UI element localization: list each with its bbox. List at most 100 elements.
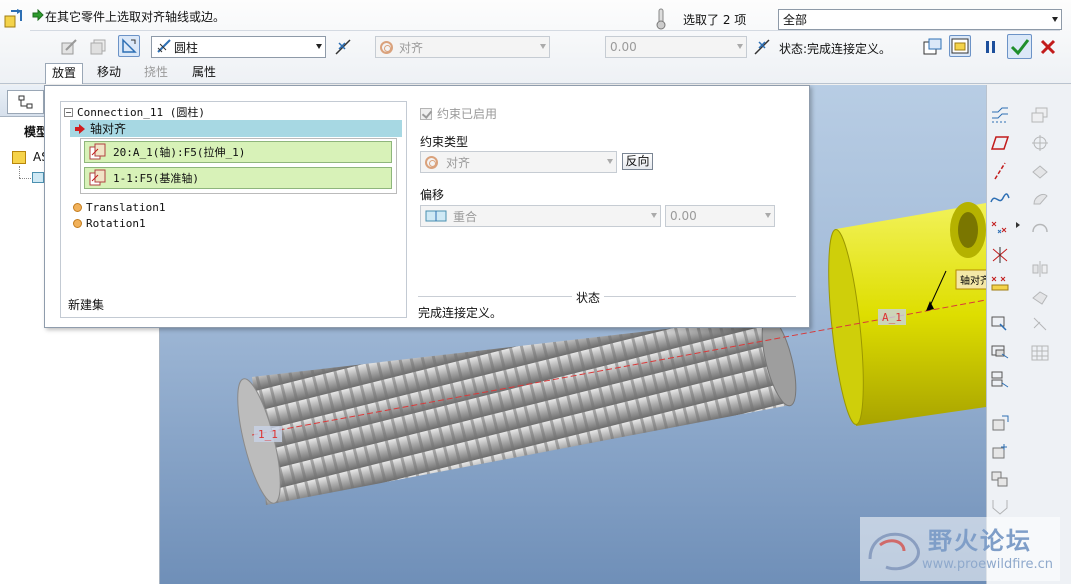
sketch-curve-icon[interactable] <box>988 188 1012 210</box>
tab-placement[interactable]: 放置 <box>45 63 84 84</box>
constraint-enabled-checkbox[interactable]: 约束已启用 <box>420 105 497 122</box>
reference-text: 1-1:F5(基准轴) <box>113 172 199 185</box>
axis-align-row[interactable]: 轴对齐 <box>70 120 402 137</box>
callout-text: 轴对齐 <box>960 274 986 287</box>
chevron-down-icon <box>540 44 546 49</box>
dashboard-divider <box>30 30 1060 31</box>
constraint-type-select[interactable]: 对齐 <box>420 151 617 173</box>
connection-title: Connection_11 (圆柱) <box>77 106 205 119</box>
offset-value-input[interactable]: 0.00 <box>665 205 775 227</box>
offset-input-top[interactable]: 0.00 <box>605 36 747 58</box>
chevron-down-icon <box>1052 17 1058 22</box>
mechanism-connection-icon[interactable] <box>118 35 140 57</box>
datum-display-icon[interactable] <box>988 104 1012 126</box>
merge-part-icon[interactable] <box>1028 286 1052 308</box>
chevron-down-icon <box>316 44 322 49</box>
axis-reference-icon <box>89 143 106 160</box>
pattern-table-icon[interactable] <box>1028 342 1052 364</box>
axis-reference-icon <box>89 169 106 186</box>
offset-value: 0.00 <box>670 209 697 223</box>
status-divider <box>418 296 796 297</box>
extrude-icon[interactable] <box>1028 160 1052 182</box>
watermark-logo <box>868 532 920 571</box>
part-icon[interactable] <box>32 172 44 183</box>
tree-connector <box>19 166 20 178</box>
prompt-message: 在其它零件上选取对齐轴线或边。 <box>45 10 226 24</box>
connection-type-select[interactable]: 圆柱 <box>151 36 326 58</box>
translation-node[interactable]: Translation1 <box>73 201 165 214</box>
model-tree-icon <box>18 95 32 109</box>
offset-top-value: 0.00 <box>610 40 637 54</box>
cancel-button[interactable] <box>1037 36 1059 58</box>
rotation-label: Rotation1 <box>86 217 146 230</box>
status-text: 完成连接定义。 <box>418 306 503 320</box>
rotation-node[interactable]: Rotation1 <box>73 217 146 230</box>
datum-plane-icon[interactable] <box>988 132 1012 154</box>
datum-point-icon[interactable] <box>988 216 1012 238</box>
assembly-window-icon[interactable] <box>949 35 971 57</box>
chevron-down-icon <box>651 213 657 218</box>
model-tree-tab[interactable] <box>7 90 44 114</box>
coincident-icon <box>425 210 447 222</box>
component-place-icon <box>3 7 25 29</box>
collapse-icon[interactable]: − <box>64 107 73 117</box>
copy-set-icon[interactable] <box>87 36 109 58</box>
tab-flexibility[interactable]: 挠性 <box>138 63 174 83</box>
dashboard-status: 状态:完成连接定义。 <box>779 42 892 56</box>
axis-align-label: 轴对齐 <box>90 122 127 136</box>
filter-select[interactable]: 全部 <box>778 9 1062 30</box>
repeat-component-icon[interactable] <box>988 468 1012 490</box>
shrinkwrap-icon[interactable] <box>1028 132 1052 154</box>
coordinate-system-icon[interactable] <box>988 244 1012 266</box>
constraint-type-label: 约束类型 <box>420 135 469 149</box>
flip-button[interactable]: 反向 <box>622 153 653 170</box>
constraint-enabled-label: 约束已启用 <box>437 107 498 121</box>
sweep-icon[interactable] <box>1028 216 1052 238</box>
selected-count: 选取了 2 项 <box>683 13 747 27</box>
chevron-down-icon <box>737 44 743 49</box>
selection-thermo-icon <box>655 8 667 30</box>
reference-item[interactable]: 1-1:F5(基准轴) <box>84 167 392 189</box>
merge-icon[interactable] <box>988 496 1012 518</box>
analysis-feature-icon[interactable] <box>988 272 1012 294</box>
offset-mode-select[interactable]: 重合 <box>420 205 661 227</box>
motion-axis-icon <box>73 203 82 212</box>
active-arrow-icon <box>75 123 85 134</box>
component-operation-icon[interactable] <box>988 340 1012 362</box>
align-constraint-icon <box>380 40 393 54</box>
assembly-icon <box>12 151 26 164</box>
chevron-down-icon <box>765 213 771 218</box>
assemble-component-icon[interactable] <box>988 412 1012 434</box>
constraint-type-top-value: 对齐 <box>399 40 424 55</box>
revolve-icon[interactable] <box>1028 188 1052 210</box>
separate-window-icon[interactable] <box>922 36 944 58</box>
flyout-arrow-icon[interactable] <box>1016 222 1020 228</box>
create-component-icon[interactable] <box>988 440 1012 462</box>
connection-node[interactable]: − Connection_11 (圆柱) <box>64 104 205 120</box>
pause-icon[interactable] <box>980 36 1002 58</box>
accept-button[interactable] <box>1007 34 1032 59</box>
insert-feature-icon[interactable] <box>988 312 1012 334</box>
flip-offset-icon[interactable] <box>751 36 773 58</box>
new-set-link[interactable]: 新建集 <box>68 296 104 313</box>
constraint-type-value: 对齐 <box>446 155 471 170</box>
tab-properties[interactable]: 属性 <box>186 63 222 83</box>
watermark-brand: 野火论坛 <box>928 527 1032 555</box>
reference-item[interactable]: 20:A_1(轴):F5(拉伸_1) <box>84 141 392 163</box>
user-defined-set-icon[interactable] <box>58 36 80 58</box>
forum-watermark: 野火论坛 www.proewildfire.cn <box>860 517 1060 581</box>
translation-label: Translation1 <box>86 201 166 214</box>
tab-move[interactable]: 移动 <box>91 63 127 83</box>
axis-label-right: A_1 <box>882 311 902 324</box>
flip-component-icon[interactable] <box>332 36 354 58</box>
component-pattern-icon[interactable] <box>988 368 1012 390</box>
copy-geometry-icon[interactable] <box>1028 104 1052 126</box>
reference-text: 20:A_1(轴):F5(拉伸_1) <box>113 146 246 159</box>
constraint-type-select-top[interactable]: 对齐 <box>375 36 550 58</box>
cylinder-connection-icon <box>156 38 174 57</box>
datum-axis-icon[interactable] <box>988 160 1012 182</box>
threaded-bolt[interactable] <box>229 313 803 507</box>
chevron-down-icon <box>607 159 613 164</box>
trim-icon[interactable] <box>1028 312 1052 334</box>
mirror-icon[interactable] <box>1028 258 1052 280</box>
